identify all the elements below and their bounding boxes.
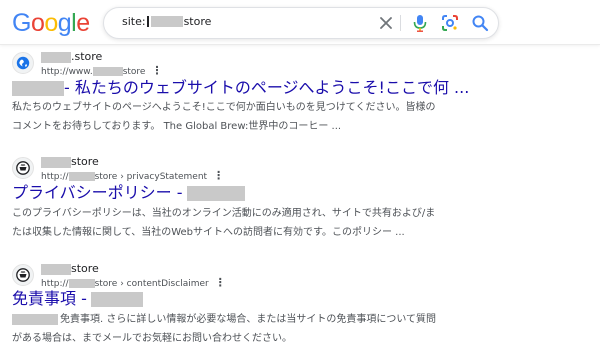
result-url[interactable]: http://store › privacyStatement ⋮ (41, 169, 224, 182)
search-divider (400, 15, 401, 31)
search-input[interactable]: site: store (122, 15, 211, 28)
result-site-name: store (41, 262, 99, 275)
result-url[interactable]: http://www. store ⋮ (41, 64, 162, 77)
close-icon[interactable] (377, 14, 395, 32)
result-snippet: 免責事項. さらに詳しい情報が必要な場合、または当サイトの免責事項について質問 … (12, 313, 437, 344)
result-site-name: store (41, 155, 99, 168)
text-cursor (146, 16, 149, 27)
search-header: Google site: store (0, 0, 600, 45)
redacted-text (150, 16, 183, 27)
search-icon[interactable] (470, 13, 490, 33)
result-title-link[interactable]: プライバシーポリシー - (12, 183, 245, 203)
result-title-link[interactable]: - 私たちのウェブサイトのページへようこそ!ここで何 ... (12, 78, 469, 98)
site-favicon-icon (12, 264, 34, 286)
result-site-name: .store (41, 50, 102, 63)
search-query-prefix: site: (122, 15, 146, 28)
result-snippet: このプライバシーポリシーは、当社のオンライン活動にのみ適用され、サイトで共有およ… (12, 208, 436, 238)
search-box[interactable]: site: store (103, 7, 499, 39)
microphone-icon[interactable] (411, 13, 429, 33)
google-logo[interactable]: Google (12, 9, 90, 37)
more-options-icon[interactable]: ⋮ (213, 169, 224, 182)
more-options-icon[interactable]: ⋮ (151, 64, 162, 77)
more-options-icon[interactable]: ⋮ (215, 276, 226, 289)
result-url[interactable]: http://store › contentDisclaimer ⋮ (41, 276, 226, 289)
search-query-suffix: store (183, 15, 212, 28)
site-favicon-icon (12, 157, 34, 179)
camera-lens-icon[interactable] (440, 13, 460, 33)
result-snippet: 私たちのウェブサイトのページへようこそ!ここで何か面白いものを見つけてください。… (12, 102, 436, 132)
favicon-globe-icon (12, 52, 34, 74)
result-title-link[interactable]: 免責事項 - (12, 289, 143, 309)
